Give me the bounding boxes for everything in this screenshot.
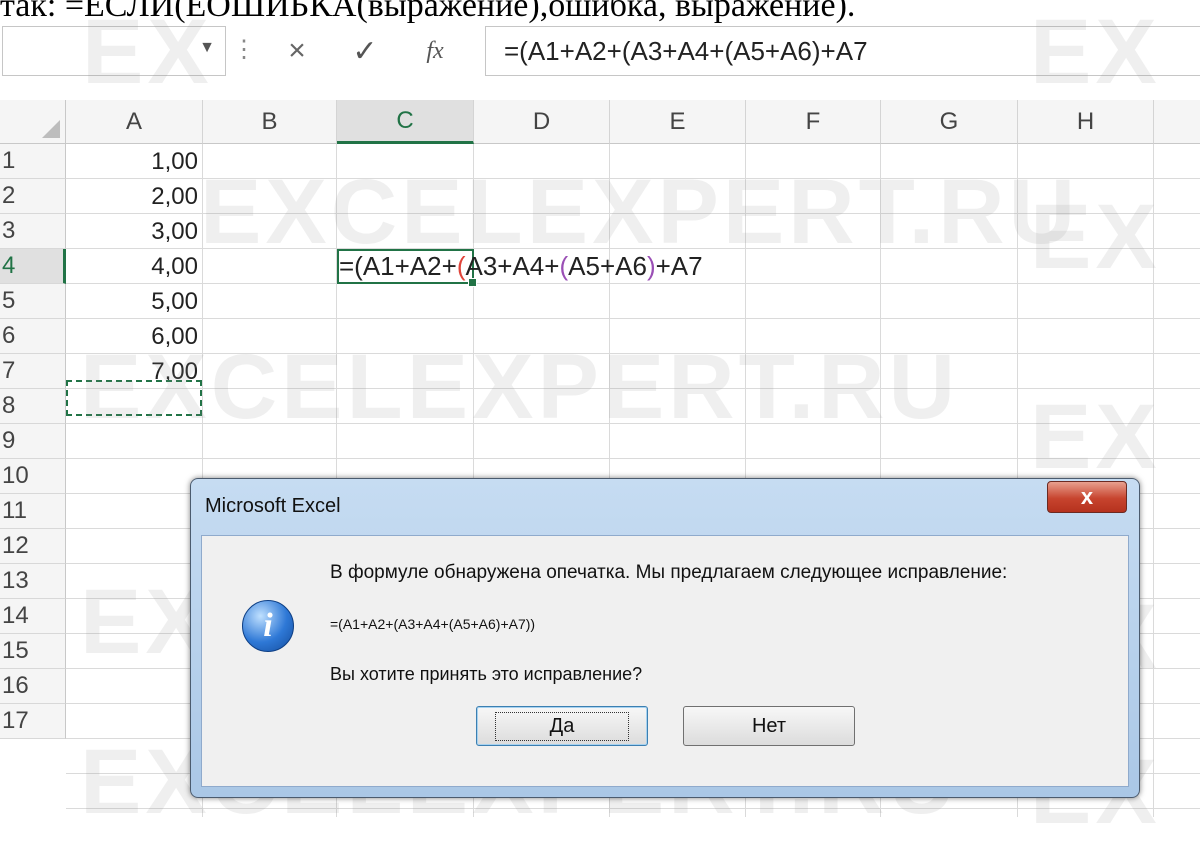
- row-header-7[interactable]: 7: [0, 354, 66, 389]
- column-header-partial: [1154, 100, 1200, 144]
- cancel-formula-button[interactable]: ×: [270, 30, 324, 72]
- yes-button[interactable]: Да: [476, 706, 648, 746]
- suggested-formula: =(A1+A2+(A3+A4+(A5+A6)+A7)): [330, 616, 536, 632]
- dialog-message: В формуле обнаружена опечатка. Мы предла…: [330, 562, 1008, 583]
- row-header-4[interactable]: 4: [0, 249, 66, 284]
- gridline: [1153, 144, 1154, 817]
- insert-function-button[interactable]: fx: [408, 30, 462, 72]
- edit-paren-purple: (: [559, 251, 569, 281]
- column-header-a[interactable]: A: [66, 100, 203, 144]
- dialog-question: Вы хотите принять это исправление?: [330, 664, 643, 684]
- cell-a4[interactable]: 4,00: [66, 249, 198, 284]
- name-box[interactable]: ▼: [2, 26, 226, 76]
- info-icon: i: [242, 600, 294, 652]
- column-header-b[interactable]: B: [203, 100, 337, 144]
- column-header-h[interactable]: H: [1018, 100, 1154, 144]
- row-header-10[interactable]: 10: [0, 459, 66, 494]
- row-header-15[interactable]: 15: [0, 634, 66, 669]
- cell-a2[interactable]: 2,00: [66, 179, 198, 214]
- autocorrect-dialog: Microsoft Excel x i В формуле обнаружена…: [190, 478, 1140, 798]
- column-header-c[interactable]: C: [337, 100, 474, 144]
- column-header-e[interactable]: E: [610, 100, 746, 144]
- row-header-16[interactable]: 16: [0, 669, 66, 704]
- edit-text-part: A3+A4+: [465, 251, 560, 281]
- formula-input[interactable]: =(A1+A2+(A3+A4+(A5+A6)+A7: [485, 26, 1200, 76]
- cell-a5[interactable]: 5,00: [66, 284, 198, 319]
- row-header-3[interactable]: 3: [0, 214, 66, 249]
- edit-text-part: +A7: [655, 251, 703, 281]
- row-header-11[interactable]: 11: [0, 494, 66, 529]
- row-header-8[interactable]: 8: [0, 389, 66, 424]
- yes-button-label: Да: [494, 711, 630, 741]
- row-header-6[interactable]: 6: [0, 319, 66, 354]
- select-all-corner[interactable]: [0, 100, 66, 144]
- cell-a1[interactable]: 1,00: [66, 144, 198, 179]
- row-header-2[interactable]: 2: [0, 179, 66, 214]
- no-button-label: Нет: [751, 714, 787, 737]
- no-button[interactable]: Нет: [683, 706, 855, 746]
- row-header-5[interactable]: 5: [0, 284, 66, 319]
- cell-a6[interactable]: 6,00: [66, 319, 198, 354]
- cell-c4-editor[interactable]: =(A1+A2+(A3+A4+(A5+A6)+A7: [339, 249, 703, 284]
- column-header-g[interactable]: G: [881, 100, 1018, 144]
- formula-bar: ▼ ⋮ × ✓ fx =(A1+A2+(A3+A4+(A5+A6)+A7: [0, 24, 1200, 84]
- row-header-17[interactable]: 17: [0, 704, 66, 739]
- cell-a3[interactable]: 3,00: [66, 214, 198, 249]
- row-header-1[interactable]: 1: [0, 144, 66, 179]
- edit-text-part: A5+A6: [568, 251, 647, 281]
- edit-text-part: =(A1+A2+: [339, 251, 457, 281]
- row-header-9[interactable]: 9: [0, 424, 66, 459]
- chevron-down-icon[interactable]: ▼: [199, 39, 215, 57]
- close-icon[interactable]: x: [1047, 481, 1127, 513]
- row-header-13[interactable]: 13: [0, 564, 66, 599]
- row-header-14[interactable]: 14: [0, 599, 66, 634]
- column-header-d[interactable]: D: [474, 100, 610, 144]
- dialog-body: i В формуле обнаружена опечатка. Мы пред…: [201, 535, 1129, 787]
- dialog-title: Microsoft Excel: [205, 495, 341, 517]
- column-header-f[interactable]: F: [746, 100, 881, 144]
- edit-paren-purple: ): [646, 251, 656, 281]
- grip-dots-icon[interactable]: ⋮: [232, 35, 256, 64]
- copy-marquee: [66, 380, 202, 416]
- enter-formula-button[interactable]: ✓: [338, 30, 392, 72]
- row-header-12[interactable]: 12: [0, 529, 66, 564]
